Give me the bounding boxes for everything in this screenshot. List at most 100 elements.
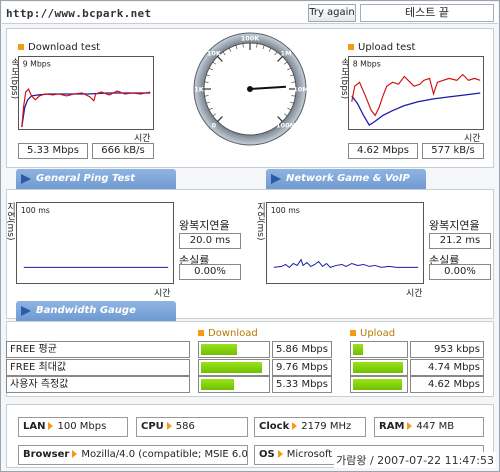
arrow-right-icon xyxy=(72,450,78,458)
os-value: Microsoft xyxy=(286,449,333,460)
gauge-hub xyxy=(247,86,253,92)
download-bar xyxy=(198,341,270,358)
download-bar-fill xyxy=(201,362,262,373)
tab-general-ping-test[interactable]: General Ping Test xyxy=(16,169,176,189)
play-arrow-icon xyxy=(21,306,31,316)
lan-info: LAN 100 Mbps xyxy=(18,417,128,437)
upload-bar-value: 953 kbps xyxy=(410,341,484,358)
clock-info: Clock 2179 MHz xyxy=(254,417,366,437)
game-x-axis-label: 시간 xyxy=(406,289,423,299)
arrow-right-icon xyxy=(292,422,298,430)
download-bar-fill xyxy=(201,344,238,355)
ping-rtt-label: 왕복지연율 xyxy=(179,219,230,232)
gauge-tick-label: 1M xyxy=(281,49,292,57)
tab-general-ping-label: General Ping Test xyxy=(36,173,136,184)
download-scale-label: 9 Mbps xyxy=(23,60,51,69)
ram-key: RAM xyxy=(379,421,405,432)
upload-scale-label: 8 Mbps xyxy=(353,60,381,69)
tab-bandwidth-label: Bandwidth Gauge xyxy=(36,305,136,316)
upload-chart: 8 Mbps xyxy=(348,56,484,130)
ping-x-axis-label: 시간 xyxy=(154,289,171,299)
download-speed-series xyxy=(21,88,151,128)
arrow-right-icon xyxy=(277,450,283,458)
gauge-tick-label: 0 xyxy=(212,122,217,130)
upload-bar-fill xyxy=(353,379,403,390)
download-baseline-series xyxy=(21,92,151,128)
tab-network-game-voip[interactable]: Network Game & VoIP Test xyxy=(266,169,426,204)
game-rtt-value: 21.2 ms xyxy=(429,233,491,249)
browser-value: Mozilla/4.0 (compatible; MSIE 6.0 xyxy=(81,449,248,460)
bandwidth-row-label: FREE 평균 xyxy=(6,341,190,358)
status-indicator: 테스트 끝 xyxy=(360,4,494,22)
orange-bullet-icon xyxy=(350,330,356,336)
tab-bandwidth-gauge[interactable]: Bandwidth Gauge xyxy=(16,301,176,321)
download-bar-value: 5.86 Mbps xyxy=(272,341,332,358)
browser-info: Browser Mozilla/4.0 (compatible; MSIE 6.0 xyxy=(18,445,248,465)
game-scale-label: 100 ms xyxy=(271,206,300,215)
lan-key: LAN xyxy=(23,421,46,432)
upload-bar-fill xyxy=(353,362,404,373)
upload-bar xyxy=(350,376,408,393)
top-bar: http://www.bcpark.net Try again 테스트 끝 xyxy=(2,2,498,24)
ram-value: 447 MB xyxy=(416,421,455,432)
arrow-right-icon xyxy=(166,422,172,430)
bandwidth-upload-title: Upload xyxy=(360,328,396,339)
gauge-tick-label: 10M xyxy=(293,86,308,94)
ping-rtt-value: 20.0 ms xyxy=(179,233,241,249)
download-title-text: Download test xyxy=(28,42,101,53)
download-bar-value: 5.33 Mbps xyxy=(272,376,332,393)
bandwidth-row-label: 사용자 측정값 xyxy=(6,376,190,393)
site-url[interactable]: http://www.bcpark.net xyxy=(6,7,151,20)
upload-speed-kbs: 577 kB/s xyxy=(422,143,484,159)
orange-bullet-icon xyxy=(348,44,354,50)
download-speed-mbps: 5.33 Mbps xyxy=(18,143,88,159)
download-speed-kbs: 666 kB/s xyxy=(92,143,154,159)
orange-bullet-icon xyxy=(18,44,24,50)
game-latency-series xyxy=(273,258,419,269)
download-bar-fill xyxy=(201,379,234,390)
upload-title-text: Upload test xyxy=(358,42,416,53)
watermark-stamp: 가람왕 / 2007-07-22 11:47:53 xyxy=(334,452,496,468)
os-key: OS xyxy=(259,449,275,460)
upload-title: Upload test xyxy=(348,42,415,53)
bandwidth-upload-header: Upload xyxy=(350,328,395,339)
game-rtt-label: 왕복지연율 xyxy=(429,219,480,232)
browser-key: Browser xyxy=(23,449,70,460)
gauge-tick-label: 10K xyxy=(207,49,222,57)
ram-info: RAM 447 MB xyxy=(374,417,484,437)
upload-bar-value: 4.74 Mbps xyxy=(410,359,484,376)
lan-value: 100 Mbps xyxy=(57,421,107,432)
download-bar xyxy=(198,359,270,376)
ping-chart: 100 ms xyxy=(16,202,174,284)
upload-bar-fill xyxy=(353,344,364,355)
try-again-button[interactable]: Try again xyxy=(308,4,356,22)
ping-scale-label: 100 ms xyxy=(21,206,50,215)
arrow-right-icon xyxy=(407,422,413,430)
gauge-tick-label: 1K xyxy=(194,86,205,94)
cpu-info: CPU 586 xyxy=(136,417,248,437)
upload-speed-mbps: 4.62 Mbps xyxy=(348,143,418,159)
download-title: Download test xyxy=(18,42,100,53)
arrow-right-icon xyxy=(48,422,54,430)
play-arrow-icon xyxy=(271,174,281,184)
orange-bullet-icon xyxy=(198,330,204,336)
clock-value: 2179 MHz xyxy=(301,421,352,432)
play-arrow-icon xyxy=(21,174,31,184)
bandwidth-download-header: Download xyxy=(198,328,258,339)
ping-loss-value: 0.00% xyxy=(179,264,241,280)
download-bar-value: 9.76 Mbps xyxy=(272,359,332,376)
speed-gauge: 0 1K 10K 100K 1M 10M 100M xyxy=(193,32,308,146)
game-loss-value: 0.00% xyxy=(429,264,491,280)
upload-bar-value: 4.62 Mbps xyxy=(410,376,484,393)
upload-bar xyxy=(350,359,408,376)
download-bar xyxy=(198,376,270,393)
game-chart: 100 ms xyxy=(266,202,424,284)
upload-bar xyxy=(350,341,408,358)
gauge-tick-label: 100K xyxy=(241,35,261,43)
cpu-value: 586 xyxy=(175,421,195,432)
cpu-key: CPU xyxy=(141,421,164,432)
clock-key: Clock xyxy=(259,421,290,432)
bandwidth-row-label: FREE 최대값 xyxy=(6,359,190,376)
gauge-tick-label: 100M xyxy=(276,122,296,130)
bandwidth-download-title: Download xyxy=(208,328,258,339)
